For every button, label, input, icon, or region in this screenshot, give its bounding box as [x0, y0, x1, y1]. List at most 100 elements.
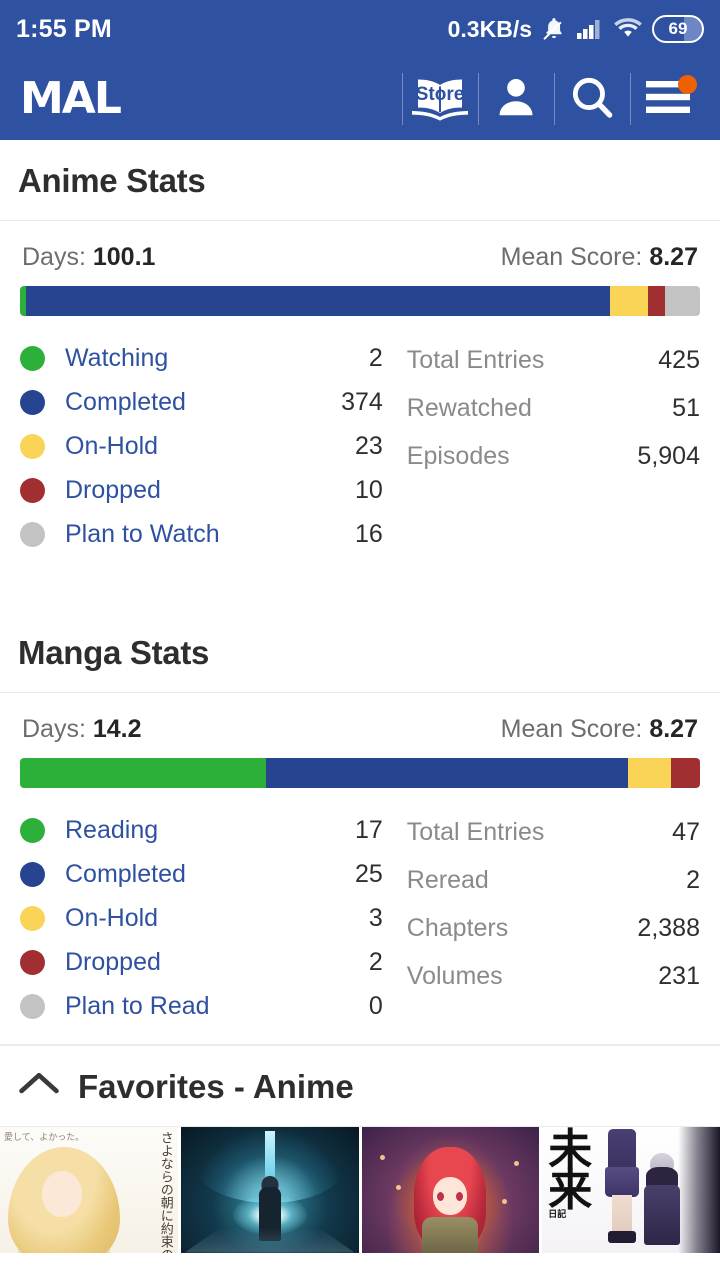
poster-art: [678, 1126, 720, 1253]
network-speed-label: 0.3KB/s: [447, 15, 532, 42]
favorites-thumbnail-strip: 愛して、よかった。 さよならの朝に約束の花をかざろう 未来 日記: [0, 1126, 720, 1253]
manga-stacked-bar: [20, 758, 700, 788]
legend-label[interactable]: Plan to Watch: [65, 520, 331, 549]
side-stat-label: Chapters: [406, 913, 509, 942]
chevron-up-icon[interactable]: [18, 1071, 60, 1102]
legend-value: 0: [368, 991, 383, 1020]
legend-value: 374: [341, 387, 383, 416]
anime-mean-score: Mean Score: 8.27: [501, 243, 698, 272]
anime-stacked-bar: [20, 286, 700, 316]
legend-row[interactable]: Plan to Watch 16: [20, 512, 401, 556]
side-stat-value: 51: [672, 393, 700, 422]
side-stat-value: 47: [672, 817, 700, 846]
poster-art: [514, 1160, 520, 1166]
legend-label[interactable]: On-Hold: [65, 432, 331, 461]
legend-label[interactable]: Reading: [65, 816, 331, 845]
legend-color-dot: [20, 389, 45, 415]
manga-stats-header: Manga Stats: [0, 612, 720, 693]
favorite-thumbnail[interactable]: [180, 1126, 359, 1253]
anime-mean-score-label: Mean Score:: [500, 243, 643, 271]
legend-row[interactable]: Watching 2: [20, 336, 401, 380]
legend-label[interactable]: Plan to Read: [65, 992, 331, 1021]
legend-color-dot: [20, 861, 45, 887]
bar-segment: [609, 286, 648, 316]
bar-segment: [26, 286, 610, 316]
legend-row[interactable]: Dropped 2: [20, 940, 401, 984]
legend-row[interactable]: Completed 25: [20, 852, 401, 896]
manga-side-stats: Total Entries 47 Reread 2 Chapters 2,388 Volum…: [401, 808, 700, 1028]
side-stat-row: Chapters 2,388: [407, 904, 700, 952]
anime-days-label: Days:: [22, 243, 86, 271]
profile-button[interactable]: [478, 67, 554, 131]
search-icon: [569, 73, 615, 126]
legend-row[interactable]: Plan to Read 0: [20, 984, 401, 1028]
app-screen: 1:55 PM 0.3KB/s 69 MAL Store Anime Stats…: [0, 0, 720, 1280]
legend-row[interactable]: Reading 17: [20, 808, 401, 852]
legend-value: 2: [368, 947, 383, 976]
poster-art: [184, 1226, 355, 1253]
bar-segment: [665, 286, 700, 316]
search-button[interactable]: [554, 67, 630, 131]
store-button[interactable]: Store: [402, 67, 478, 131]
legend-row[interactable]: On-Hold 3: [20, 896, 401, 940]
side-stat-label: Rewatched: [406, 393, 532, 422]
legend-value: 16: [354, 519, 383, 548]
favorites-header[interactable]: Favorites - Anime: [0, 1046, 720, 1127]
side-stat-label: Episodes: [406, 441, 510, 470]
legend-color-dot: [20, 817, 45, 843]
manga-days-value: 14.2: [92, 715, 142, 743]
manga-stats-block: Days: 14.2 Mean Score: 8.27 Reading 17 Com…: [0, 693, 720, 1038]
anime-days-value: 100.1: [92, 243, 156, 271]
manga-days-label: Days:: [22, 715, 86, 743]
legend-row[interactable]: Dropped 10: [20, 468, 401, 512]
poster-overlay-top-text: 愛して、よかった。: [4, 1132, 85, 1143]
legend-label[interactable]: Watching: [65, 344, 331, 373]
legend-color-dot: [20, 949, 45, 975]
legend-row[interactable]: Completed 374: [20, 380, 401, 424]
legend-label[interactable]: On-Hold: [65, 904, 331, 933]
anime-meta-row: Days: 100.1 Mean Score: 8.27: [20, 243, 700, 286]
manga-stats-columns: Reading 17 Completed 25 On-Hold 3 Dropped 2 Plan…: [20, 808, 700, 1028]
legend-label[interactable]: Completed: [65, 860, 331, 889]
legend-color-dot: [20, 905, 45, 931]
store-label: Store: [415, 84, 465, 105]
manga-stats-title: Manga Stats: [18, 634, 210, 671]
manga-mean-score: Mean Score: 8.27: [501, 715, 698, 744]
favorite-thumbnail[interactable]: 愛して、よかった。 さよならの朝に約束の花をかざろう: [0, 1126, 178, 1253]
manga-meta-row: Days: 14.2 Mean Score: 8.27: [20, 715, 700, 758]
manga-mean-score-value: 8.27: [649, 715, 698, 743]
legend-value: 17: [354, 815, 383, 844]
poster-overlay-text: さよならの朝に約束の花をかざろう: [94, 1130, 173, 1253]
legend-row[interactable]: On-Hold 23: [20, 424, 401, 468]
menu-button[interactable]: [630, 67, 706, 131]
poster-art: [604, 1127, 640, 1245]
legend-label[interactable]: Completed: [65, 388, 331, 417]
legend-value: 23: [354, 431, 383, 460]
mal-logo[interactable]: MAL: [20, 77, 122, 121]
anime-side-stats: Total Entries 425 Rewatched 51 Episodes 5,904: [401, 336, 700, 556]
anime-stats-title: Anime Stats: [18, 162, 206, 199]
poster-overlay-vertical-text: さよならの朝に約束の花をかざろう: [157, 1130, 173, 1253]
manga-days: Days: 14.2: [22, 715, 142, 744]
poster-art: [642, 1152, 682, 1253]
battery-icon: 69: [652, 15, 704, 43]
signal-icon: [576, 17, 604, 41]
anime-mean-score-value: 8.27: [649, 243, 698, 271]
poster-art: [395, 1184, 401, 1190]
status-icons: 0.3KB/s 69: [448, 15, 704, 43]
profile-icon: [493, 73, 539, 126]
favorite-thumbnail[interactable]: 未来 日記: [542, 1126, 720, 1253]
side-stat-row: Volumes 231: [407, 952, 700, 1000]
side-stat-value: 5,904: [637, 441, 700, 470]
side-stat-row: Episodes 5,904: [407, 432, 700, 480]
legend-value: 25: [354, 859, 383, 888]
poster-art: [42, 1170, 82, 1217]
side-stat-label: Reread: [406, 865, 489, 894]
status-bar: 1:55 PM 0.3KB/s 69: [0, 0, 720, 58]
legend-label[interactable]: Dropped: [65, 948, 331, 977]
side-stat-label: Total Entries: [406, 345, 545, 374]
legend-label[interactable]: Dropped: [65, 476, 331, 505]
favorite-thumbnail[interactable]: [361, 1126, 540, 1253]
side-stat-label: Volumes: [406, 961, 503, 990]
